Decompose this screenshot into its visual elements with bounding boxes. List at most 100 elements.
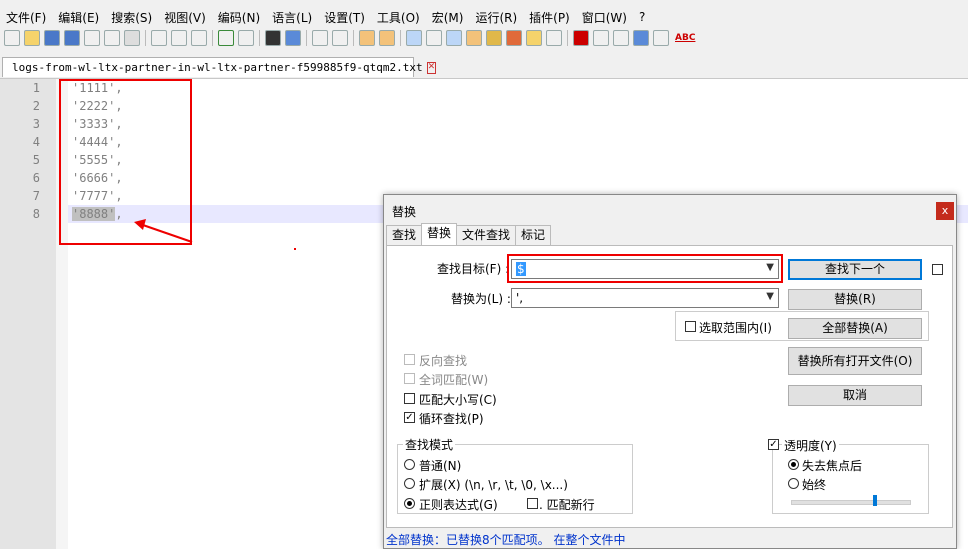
- spell-check-icon[interactable]: ABC: [675, 33, 695, 43]
- word-wrap-icon[interactable]: [406, 30, 422, 46]
- dialog-status: 全部替换：已替换8个匹配项。 在整个文件中: [386, 533, 626, 547]
- stop-record-icon[interactable]: [593, 30, 609, 46]
- toolbar-separator: [353, 30, 354, 46]
- transparency-slider-thumb[interactable]: [873, 495, 877, 506]
- copy-icon[interactable]: [171, 30, 187, 46]
- chevron-down-icon[interactable]: ▼: [766, 291, 774, 302]
- new-file-icon[interactable]: [4, 30, 20, 46]
- play-macro-icon[interactable]: [613, 30, 629, 46]
- menu-macro[interactable]: 宏(M): [426, 9, 470, 26]
- cut-icon[interactable]: [151, 30, 167, 46]
- menu-window[interactable]: 窗口(W): [576, 9, 633, 26]
- menu-help[interactable]: ?: [633, 10, 651, 24]
- menu-tools[interactable]: 工具(O): [371, 9, 426, 26]
- menu-edit[interactable]: 编辑(E): [52, 9, 105, 26]
- dialog-tabs: 查找 替换 文件查找 标记: [386, 223, 552, 245]
- doc-map-icon[interactable]: [486, 30, 502, 46]
- in-selection-label: 选取范围内(I): [699, 321, 772, 335]
- menu-plugins[interactable]: 插件(P): [523, 9, 576, 26]
- replace-icon[interactable]: [285, 30, 301, 46]
- in-selection-checkbox[interactable]: [685, 321, 696, 332]
- wrap-around-checkbox[interactable]: ✓: [404, 412, 415, 423]
- find-icon[interactable]: [265, 30, 281, 46]
- zoom-out-icon[interactable]: [332, 30, 348, 46]
- close-all-icon[interactable]: [104, 30, 120, 46]
- mode-regex-radio[interactable]: [404, 498, 415, 509]
- function-list-icon[interactable]: [506, 30, 522, 46]
- folder-workspace-icon[interactable]: [526, 30, 542, 46]
- replace-label: 替换为(L) :: [451, 292, 511, 306]
- run-macro-multiple-icon[interactable]: [633, 30, 649, 46]
- file-tab[interactable]: logs-from-wl-ltx-partner-in-wl-ltx-partn…: [2, 57, 437, 77]
- replace-button[interactable]: 替换(R): [788, 289, 922, 310]
- save-icon[interactable]: [44, 30, 60, 46]
- menu-language[interactable]: 语言(L): [266, 9, 318, 26]
- show-all-chars-icon[interactable]: [426, 30, 442, 46]
- tab-mark[interactable]: 标记: [515, 225, 552, 245]
- always-label: 始终: [802, 478, 827, 492]
- indent-guide-icon[interactable]: [446, 30, 462, 46]
- find-next-button[interactable]: 查找下一个: [788, 259, 922, 280]
- print-icon[interactable]: [124, 30, 140, 46]
- undo-icon[interactable]: [218, 30, 234, 46]
- replace-all-open-files-button[interactable]: 替换所有打开文件(O): [788, 347, 922, 375]
- always-radio[interactable]: [788, 478, 799, 489]
- mode-extended-label: 扩展(X) (\n, \r, \t, \0, \x...): [419, 478, 568, 492]
- open-file-icon[interactable]: [24, 30, 40, 46]
- tab-replace[interactable]: 替换: [421, 223, 458, 245]
- find-next-toggle-checkbox[interactable]: [932, 264, 943, 275]
- tab-close-icon[interactable]: ✕: [426, 61, 437, 74]
- annotation-arrow: [134, 219, 193, 243]
- backward-label: 反向查找: [419, 354, 468, 368]
- wrap-around-label: 循环查找(P): [419, 412, 484, 426]
- tab-find-in-files[interactable]: 文件查找: [456, 225, 517, 245]
- save-macro-icon[interactable]: [653, 30, 669, 46]
- menu-encoding[interactable]: 编码(N): [212, 9, 266, 26]
- sync-horizontal-icon[interactable]: [379, 30, 395, 46]
- menu-search[interactable]: 搜索(S): [105, 9, 158, 26]
- tab-bar: logs-from-wl-ltx-partner-in-wl-ltx-partn…: [0, 52, 968, 79]
- line-number: 5: [32, 153, 40, 167]
- line-number: 4: [32, 135, 40, 149]
- line-number-gutter: 1 2 3 4 5 6 7 8: [0, 79, 56, 549]
- record-macro-icon[interactable]: [573, 30, 589, 46]
- line-number: 8: [32, 207, 40, 221]
- replace-input[interactable]: ', ▼: [511, 288, 779, 308]
- cancel-button[interactable]: 取消: [788, 385, 922, 406]
- toolbar-separator: [567, 30, 568, 46]
- match-case-label: 匹配大小写(C): [419, 393, 497, 407]
- transparency-checkbox[interactable]: ✓: [768, 439, 779, 450]
- replace-all-button[interactable]: 全部替换(A): [788, 318, 922, 339]
- tab-find[interactable]: 查找: [386, 225, 423, 245]
- line-number: 1: [32, 81, 40, 95]
- monitor-icon[interactable]: [546, 30, 562, 46]
- line-number: 7: [32, 189, 40, 203]
- dot-newline-checkbox[interactable]: [527, 498, 538, 509]
- menu-run[interactable]: 运行(R): [469, 9, 523, 26]
- on-lose-focus-radio[interactable]: [788, 459, 799, 470]
- redo-icon[interactable]: [238, 30, 254, 46]
- menu-settings[interactable]: 设置(T): [318, 9, 371, 26]
- transparency-title: 透明度(Y): [782, 437, 839, 454]
- user-language-icon[interactable]: [466, 30, 482, 46]
- close-file-icon[interactable]: [84, 30, 100, 46]
- menu-file[interactable]: 文件(F): [0, 9, 52, 26]
- mode-extended-radio[interactable]: [404, 478, 415, 489]
- match-case-checkbox[interactable]: [404, 393, 415, 404]
- search-mode-title: 查找模式: [403, 436, 456, 453]
- whole-word-label: 全词匹配(W): [419, 373, 489, 387]
- sync-vertical-icon[interactable]: [359, 30, 375, 46]
- mode-normal-radio[interactable]: [404, 459, 415, 470]
- menu-view[interactable]: 视图(V): [158, 9, 212, 26]
- paste-icon[interactable]: [191, 30, 207, 46]
- transparency-slider[interactable]: [791, 500, 911, 505]
- toolbar-separator: [400, 30, 401, 46]
- backward-checkbox: [404, 354, 415, 365]
- save-all-icon[interactable]: [64, 30, 80, 46]
- zoom-in-icon[interactable]: [312, 30, 328, 46]
- dialog-close-button[interactable]: x: [936, 202, 954, 220]
- file-tab-name: logs-from-wl-ltx-partner-in-wl-ltx-partn…: [12, 61, 423, 74]
- annotation-dot: [294, 248, 296, 250]
- toolbar-separator: [306, 30, 307, 46]
- mode-regex-label: 正则表达式(G): [419, 498, 498, 512]
